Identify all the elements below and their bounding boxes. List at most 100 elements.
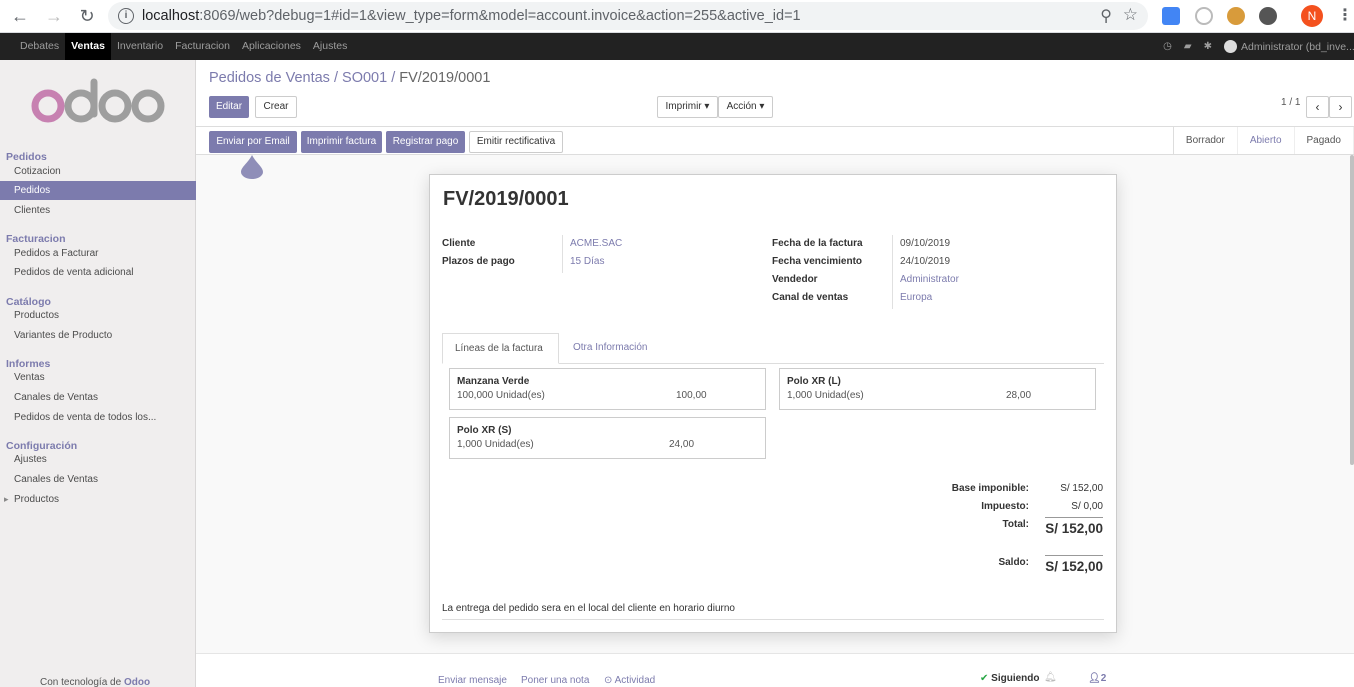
zoom-icon[interactable]: ⚲ [1100,6,1112,26]
browser-menu-icon[interactable]: ⋮ [1337,5,1353,27]
profile-avatar[interactable]: N [1301,5,1323,27]
line-quantity: 1,000 Unidad(es) [457,439,534,450]
url-host: localhost [142,8,200,24]
pager-previous-icon[interactable]: ‹ [1306,96,1329,118]
sidebar-item[interactable]: Clientes [0,201,196,220]
edit-button[interactable]: Editar [209,96,249,118]
action-dropdown[interactable]: Acción ▾ [718,96,773,118]
app-menu-ajustes[interactable]: Ajustes [307,33,353,60]
app-menu-facturacion[interactable]: Facturacion [169,33,236,60]
action-label: Acción [726,101,757,112]
sidebar-item-label: Pedidos de venta de todos los... [14,412,157,423]
forward-arrow-icon[interactable]: → [42,4,66,28]
breadcrumb-sales-orders[interactable]: Pedidos de Ventas [209,70,330,86]
invoice-line-card[interactable]: Manzana Verde 100,000 Unidad(es) 100,00 [449,368,766,410]
tab-invoice-lines[interactable]: Líneas de la factura [442,333,559,364]
invoice-comment: La entrega del pedido sera en el local d… [442,603,735,614]
invoice-line-card[interactable]: Polo XR (S) 1,000 Unidad(es) 24,00 [449,417,766,459]
line-amount: 100,00 [676,390,707,401]
cookie-extension-icon[interactable] [1227,7,1245,25]
user-menu[interactable]: Administrator (bd_inve... [1224,40,1354,53]
print-dropdown[interactable]: Imprimir ▾ [657,96,718,118]
extension-icon[interactable] [1259,7,1277,25]
check-icon: ✔ [980,673,989,684]
reload-icon[interactable]: ↻ [75,4,99,28]
payment-terms-value[interactable]: 15 Días [570,256,604,267]
sidebar-item[interactable]: ▸ Productos [0,490,196,509]
sidebar-item[interactable]: Canales de Ventas [0,470,196,489]
sidebar-item-label: Pedidos a Facturar [14,248,99,259]
form-view: FV/2019/0001 Cliente ACME.SAC Plazos de … [196,155,1354,653]
stage-borrador[interactable]: Borrador [1174,127,1238,154]
due-date-value: 24/10/2019 [900,256,951,267]
app-menu-inventario[interactable]: Inventario [111,33,169,60]
refund-button[interactable]: Emitir rectificativa [469,131,563,153]
app-menu-debates[interactable]: Debates [14,33,65,60]
sales-channel-label: Canal de ventas [772,292,849,303]
caret-right-icon: ▸ [4,494,9,504]
back-arrow-icon[interactable]: ← [8,4,32,28]
log-note-button[interactable]: Poner una nota [521,675,589,686]
scrollbar[interactable] [1350,155,1354,465]
sidebar-item-label: Productos [14,310,60,321]
sidebar-item[interactable]: Ventas [0,368,196,387]
sales-channel-value[interactable]: Europa [900,292,932,303]
followers-button[interactable]: 👤︎2 [1088,673,1106,684]
stage-pagado[interactable]: Pagado [1295,127,1354,154]
register-payment-button[interactable]: Registrar pago [386,131,465,153]
bug-icon[interactable]: ✱ [1204,41,1212,52]
sidebar-item-label: Variantes de Producto [14,330,113,341]
stage-abierto[interactable]: Abierto [1238,127,1295,154]
sidebar-item[interactable]: Pedidos [0,181,196,200]
total-value: S/ 152,00 [1045,521,1103,536]
url-text[interactable]: localhost:8069/web?debug=1#id=1&view_typ… [142,8,801,24]
base-amount-value: S/ 152,00 [1060,483,1103,494]
sidebar-item[interactable]: Ajustes [0,450,196,469]
odoo-link[interactable]: Odoo [124,677,150,687]
bell-icon[interactable]: 🔔︎ [1044,672,1057,683]
control-panel: Pedidos de Ventas / SO001 / FV/2019/0001… [196,60,1354,127]
sidebar-item[interactable]: Pedidos de venta de todos los... [0,408,196,427]
clock-icon[interactable]: ◷ [1163,41,1172,52]
breadcrumb-current: FV/2019/0001 [399,70,491,86]
activity-button[interactable]: ⊙ Actividad [604,675,655,686]
sidebar: Pedidos Cotizacion Pedidos Clientes Facturac… [0,60,196,687]
line-quantity: 1,000 Unidad(es) [787,390,864,401]
tour-tip-icon[interactable] [240,155,264,179]
sidebar-item[interactable]: Pedidos a Facturar [0,244,196,263]
sidebar-item-label: Pedidos de venta adicional [14,267,134,278]
print-label: Imprimir [665,101,702,112]
breadcrumb-order[interactable]: SO001 [342,70,387,86]
line-amount: 24,00 [669,439,695,450]
invoice-line-card[interactable]: Polo XR (L) 1,000 Unidad(es) 28,00 [779,368,1096,410]
sidebar-item[interactable]: Variantes de Producto [0,326,196,345]
chat-icon[interactable]: ▰ [1184,41,1192,52]
line-product: Polo XR (L) [787,376,841,387]
salesperson-value[interactable]: Administrator [900,274,959,285]
sidebar-item[interactable]: Pedidos de venta adicional [0,263,196,282]
send-message-button[interactable]: Enviar mensaje [438,675,507,686]
pager-next-icon[interactable]: › [1329,96,1352,118]
sidebar-item[interactable]: Productos [0,306,196,325]
pager-value[interactable]: 1 / 1 [1281,97,1300,108]
customer-value[interactable]: ACME.SAC [570,238,622,249]
create-button[interactable]: Crear [255,96,297,118]
line-amount: 28,00 [1006,390,1032,401]
notebook-tabs: Líneas de la factura Otra Información [442,333,1104,364]
site-info-icon[interactable]: i [118,8,134,24]
following-button[interactable]: ✔ Siguiendo [980,673,1040,684]
sidebar-item-label: Cotizacion [14,166,61,177]
print-invoice-button[interactable]: Imprimir factura [301,131,382,153]
app-menu-aplicaciones[interactable]: Aplicaciones [236,33,307,60]
bookmark-star-icon[interactable]: ☆ [1123,5,1138,25]
sidebar-item[interactable]: Canales de Ventas [0,388,196,407]
address-bar[interactable]: i localhost:8069/web?debug=1#id=1&view_t… [108,2,1148,30]
tab-other-info[interactable]: Otra Información [561,333,659,364]
send-by-email-button[interactable]: Enviar por Email [209,131,297,153]
followers-count: 2 [1100,673,1107,684]
app-menu-ventas[interactable]: Ventas [65,33,111,60]
extension-icon[interactable] [1195,7,1213,25]
translate-extension-icon[interactable] [1162,7,1180,25]
caret-down-icon: ▾ [759,101,765,112]
sidebar-item[interactable]: Cotizacion [0,162,196,181]
